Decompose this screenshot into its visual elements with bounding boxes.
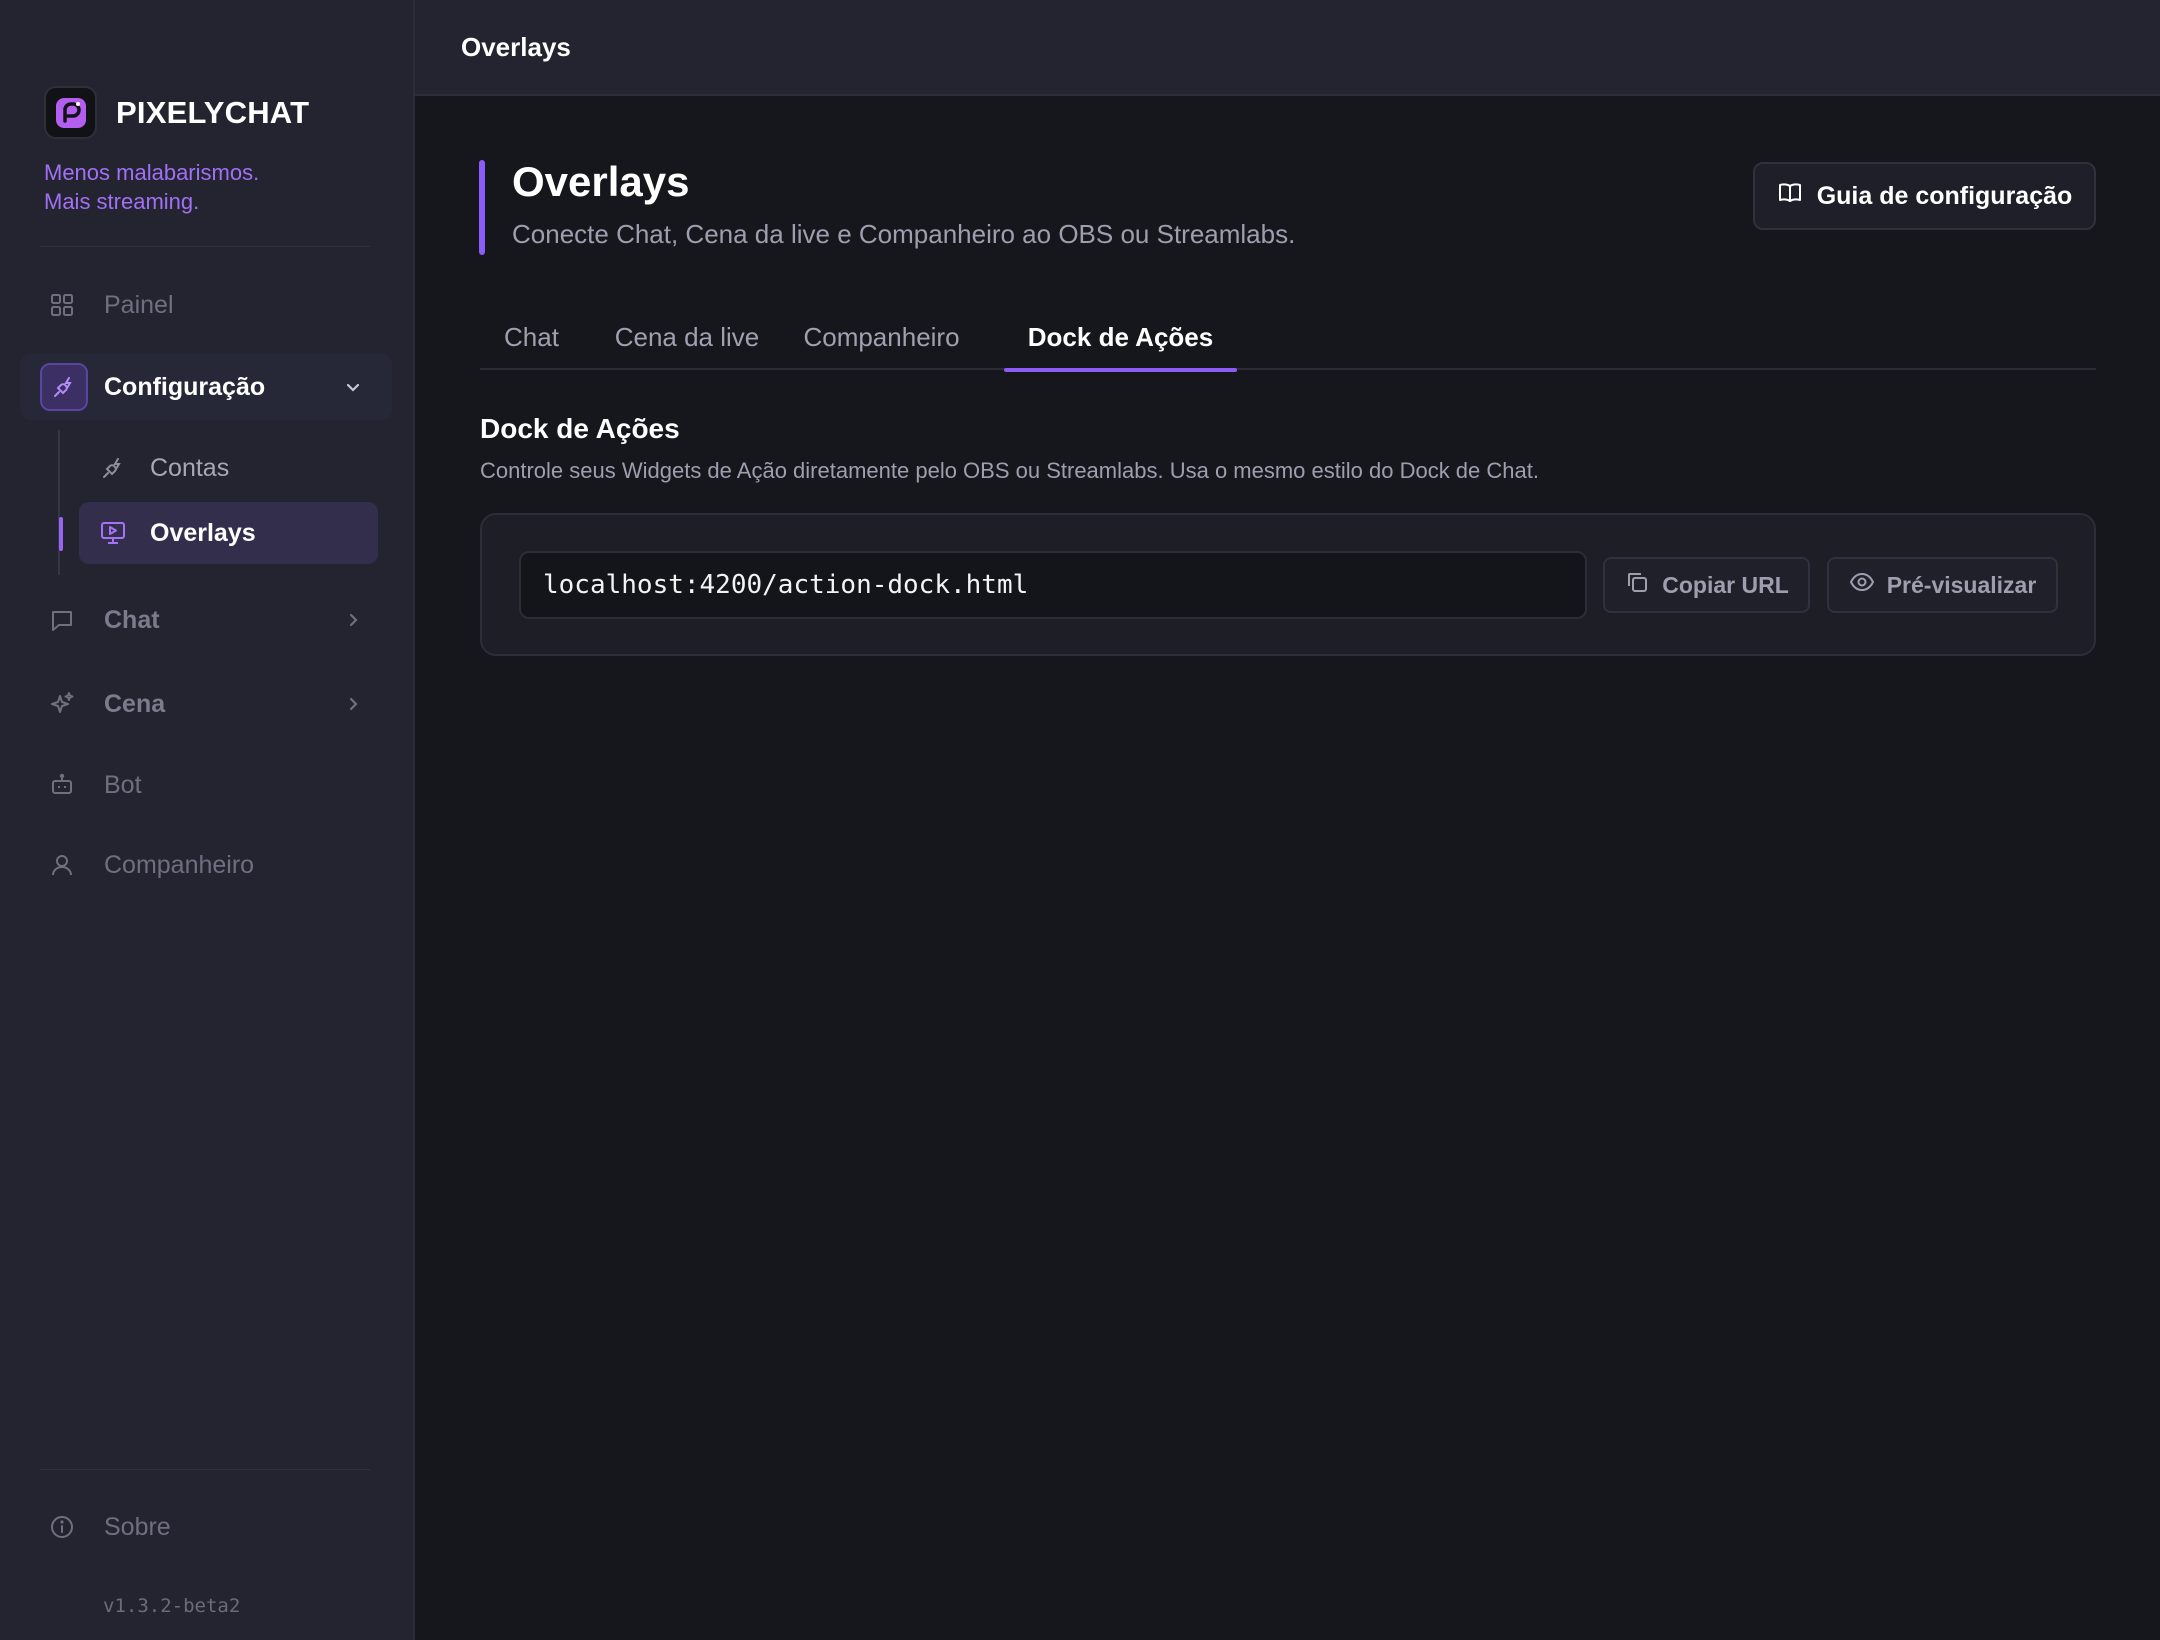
app-version: v1.3.2-beta2 [103, 1595, 241, 1617]
topbar-title: Overlays [461, 32, 571, 62]
brand[interactable]: PIXELYCHAT [44, 86, 309, 139]
app-root: PIXELYCHAT Menos malabarismos. Mais stre… [0, 0, 2160, 1640]
page-header-accent [479, 160, 485, 255]
chevron-down-icon [342, 376, 364, 398]
tagline: Menos malabarismos. Mais streaming. [44, 158, 259, 216]
sidebar-item-label: Companheiro [104, 850, 255, 879]
active-tab-underline [1004, 368, 1237, 372]
bot-icon [48, 771, 76, 799]
tab-label: Chat [504, 321, 559, 352]
sidebar-item-painel[interactable]: Painel [20, 272, 392, 338]
sidebar-item-label: Contas [150, 453, 230, 482]
sidebar-item-label: Sobre [104, 1512, 171, 1541]
sidebar-item-label: Configuração [104, 372, 266, 401]
tab-companheiro[interactable]: Companheiro [791, 304, 972, 370]
tab-label: Cena da live [614, 321, 760, 352]
setup-guide-button[interactable]: Guia de configuração [1753, 162, 2096, 230]
tab-chat[interactable]: Chat [480, 304, 583, 370]
plug-icon [99, 454, 127, 482]
tagline-line-1: Menos malabarismos. [44, 160, 260, 185]
top-bar: Overlays [415, 0, 2160, 96]
user-icon [48, 851, 76, 879]
page-title: Overlays [512, 158, 690, 205]
copy-url-button[interactable]: Copiar URL [1603, 557, 1810, 613]
sidebar-item-label: Overlays [150, 518, 256, 547]
book-open-icon [1777, 180, 1803, 213]
chevron-right-icon [342, 693, 364, 715]
copy-url-label: Copiar URL [1662, 571, 1789, 598]
chevron-right-icon [342, 609, 364, 631]
setup-guide-label: Guia de configuração [1816, 181, 2073, 210]
sidebar-item-bot[interactable]: Bot [20, 752, 392, 818]
section-description: Controle seus Widgets de Ação diretament… [480, 458, 1539, 483]
tab-label: Dock de Ações [1027, 321, 1214, 352]
sidebar-divider-bottom [40, 1469, 370, 1470]
app-name: PIXELYCHAT [116, 94, 310, 130]
plug-icon [40, 363, 88, 411]
sparkles-icon [48, 690, 76, 718]
sidebar: PIXELYCHAT Menos malabarismos. Mais stre… [0, 0, 415, 1640]
active-indicator [59, 517, 63, 551]
copy-icon [1624, 569, 1650, 601]
tab-label: Companheiro [803, 321, 960, 352]
sidebar-item-label: Chat [104, 605, 160, 634]
subtree-line [58, 430, 60, 575]
tagline-line-2: Mais streaming. [44, 189, 200, 214]
info-icon [48, 1513, 76, 1541]
tab-dock-de-acoes[interactable]: Dock de Ações [1004, 304, 1237, 372]
pixelychat-logo-icon [44, 86, 97, 139]
sidebar-item-chat[interactable]: Chat [20, 587, 392, 653]
monitor-play-icon [99, 519, 127, 547]
sidebar-item-contas[interactable]: Contas [79, 437, 378, 499]
sidebar-item-label: Cena [104, 689, 166, 718]
sidebar-item-label: Bot [104, 770, 142, 799]
preview-button[interactable]: Pré-visualizar [1827, 557, 2058, 613]
grid-icon [48, 291, 76, 319]
sidebar-item-companheiro[interactable]: Companheiro [20, 832, 392, 898]
overlay-url-field[interactable]: localhost:4200/action-dock.html [519, 551, 1587, 619]
tab-cena-da-live[interactable]: Cena da live [599, 304, 775, 370]
sidebar-divider-top [40, 246, 370, 247]
overlay-tabs: Chat Cena da live Companheiro Dock de Aç… [480, 304, 2096, 372]
section-title: Dock de Ações [480, 413, 680, 444]
sidebar-item-configuracao[interactable]: Configuração [20, 354, 392, 420]
sidebar-item-label: Painel [104, 290, 174, 319]
sidebar-item-cena[interactable]: Cena [20, 671, 392, 737]
preview-label: Pré-visualizar [1886, 571, 2037, 598]
message-square-icon [48, 606, 76, 634]
sidebar-item-sobre[interactable]: Sobre [20, 1494, 392, 1560]
url-card: localhost:4200/action-dock.html Copiar U… [480, 513, 2096, 656]
sidebar-item-overlays[interactable]: Overlays [79, 502, 378, 564]
page-subtitle: Conecte Chat, Cena da live e Companheiro… [512, 219, 1296, 249]
eye-icon [1849, 569, 1875, 601]
